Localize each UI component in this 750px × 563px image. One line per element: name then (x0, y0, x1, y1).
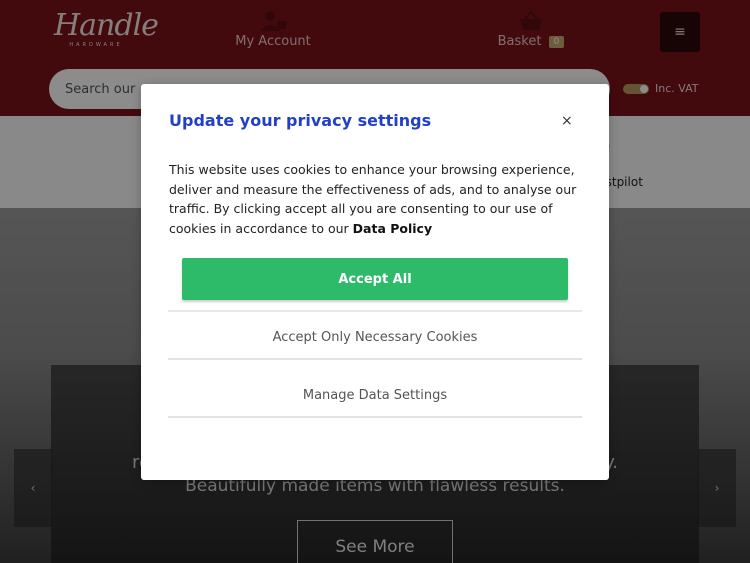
privacy-settings-dialog: Update your privacy settings × This webs… (141, 84, 609, 480)
close-icon[interactable]: × (561, 113, 573, 129)
data-policy-link[interactable]: Data Policy (353, 221, 432, 236)
divider (168, 310, 582, 312)
dialog-title: Update your privacy settings (169, 111, 432, 130)
accept-all-button[interactable]: Accept All (182, 258, 568, 300)
manage-data-settings-button[interactable]: Manage Data Settings (168, 374, 582, 418)
dialog-body: This website uses cookies to enhance you… (169, 160, 585, 238)
accept-necessary-button[interactable]: Accept Only Necessary Cookies (168, 316, 582, 360)
